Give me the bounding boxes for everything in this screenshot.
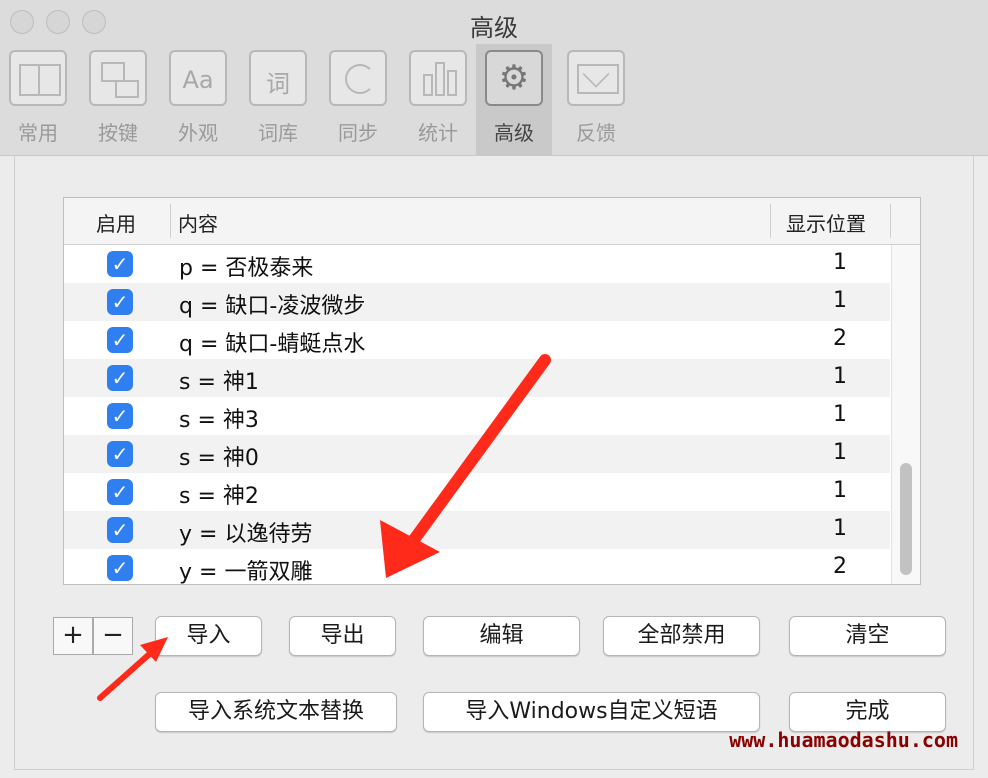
column-header-content[interactable]: 内容 [178,208,218,237]
toolbar-item-general[interactable]: 常用 [0,44,76,155]
enabled-checkbox[interactable]: ✓ [107,365,133,391]
toolbar-label: 外观 [178,121,218,145]
enabled-checkbox[interactable]: ✓ [107,327,133,353]
column-header-enabled[interactable]: 启用 [96,208,136,237]
sync-icon [329,50,387,106]
position-cell: 1 [833,250,847,275]
content-cell: y = 一箭双雕 [179,560,313,585]
column-header-position[interactable]: 显示位置 [786,208,866,237]
table-row[interactable]: ✓ s = 神0 1 [64,435,890,473]
gear-icon: ⚙ [485,50,543,106]
toolbar-item-sync[interactable]: 同步 [320,44,396,155]
toolbar-item-keys[interactable]: 按键 [80,44,156,155]
phrase-table: 启用 内容 显示位置 ✓ p = 否极泰来 1 ✓ q = 缺口-凌波微步 1 … [63,197,921,585]
position-cell: 1 [833,402,847,427]
table-row[interactable]: ✓ q = 缺口-蜻蜓点水 2 [64,321,890,359]
enabled-checkbox[interactable]: ✓ [107,517,133,543]
dictionary-icon: 词 [249,50,307,106]
import-button[interactable]: 导入 [155,616,262,656]
export-button[interactable]: 导出 [289,616,396,656]
table-row[interactable]: ✓ p = 否极泰来 1 [64,245,890,283]
toolbar-item-appearance[interactable]: Aa 外观 [160,44,236,155]
enabled-checkbox[interactable]: ✓ [107,403,133,429]
scrollbar-thumb[interactable] [900,463,912,575]
layout-icon [9,50,67,106]
table-row[interactable]: ✓ s = 神3 1 [64,397,890,435]
toolbar-label: 同步 [338,121,378,145]
table-row[interactable]: ✓ q = 缺口-凌波微步 1 [64,283,890,321]
enabled-checkbox[interactable]: ✓ [107,441,133,467]
watermark: www.huamaodashu.com [729,728,958,752]
toolbar-label: 统计 [418,121,458,145]
enabled-checkbox[interactable]: ✓ [107,289,133,315]
toolbar-label: 词库 [258,121,298,145]
table-scrollbar[interactable] [891,245,920,584]
window-title: 高级 [470,14,518,42]
position-cell: 1 [833,288,847,313]
content-cell: s = 神0 [179,446,259,471]
toolbar-item-stats[interactable]: 统计 [400,44,476,155]
import-windows-phrases-button[interactable]: 导入Windows自定义短语 [423,692,760,732]
table-row[interactable]: ✓ y = 以逸待劳 1 [64,511,890,549]
font-icon: Aa [169,50,227,106]
position-cell: 1 [833,478,847,503]
remove-button[interactable]: − [93,617,133,655]
enabled-checkbox[interactable]: ✓ [107,479,133,505]
table-row[interactable]: ✓ s = 神1 1 [64,359,890,397]
table-body: ✓ p = 否极泰来 1 ✓ q = 缺口-凌波微步 1 ✓ q = 缺口-蜻蜓… [64,245,890,587]
content-cell: s = 神3 [179,408,259,433]
content-cell: s = 神1 [179,370,259,395]
preferences-window: 高级 常用 按键 Aa 外观 词 词库 同步 统计 ⚙ 高级 反馈 启用 内容 … [0,0,988,778]
clear-button[interactable]: 清空 [789,616,946,656]
titlebar: 高级 常用 按键 Aa 外观 词 词库 同步 统计 ⚙ 高级 反馈 [0,0,988,156]
content-cell: s = 神2 [179,484,259,509]
position-cell: 1 [833,440,847,465]
position-cell: 2 [833,554,847,579]
keys-icon [89,50,147,106]
edit-button[interactable]: 编辑 [423,616,580,656]
position-cell: 2 [833,326,847,351]
toolbar-label: 按键 [98,121,138,145]
table-row[interactable]: ✓ s = 神2 1 [64,473,890,511]
content-cell: q = 缺口-蜻蜓点水 [179,332,366,357]
table-header: 启用 内容 显示位置 [64,198,920,245]
content-cell: y = 以逸待劳 [179,522,313,547]
position-cell: 1 [833,516,847,541]
disable-all-button[interactable]: 全部禁用 [603,616,760,656]
add-button[interactable]: + [53,617,93,655]
toolbar-item-advanced[interactable]: ⚙ 高级 [476,44,552,155]
content-cell: q = 缺口-凌波微步 [179,294,366,319]
done-button[interactable]: 完成 [789,692,946,732]
table-row[interactable]: ✓ y = 一箭双雕 2 [64,549,890,587]
import-system-text-replacement-button[interactable]: 导入系统文本替换 [155,692,397,732]
chart-icon [409,50,467,106]
toolbar-label: 常用 [18,121,58,145]
content-cell: p = 否极泰来 [179,256,314,281]
toolbar-item-feedback[interactable]: 反馈 [558,44,634,155]
enabled-checkbox[interactable]: ✓ [107,555,133,581]
toolbar-label: 高级 [494,121,534,145]
enabled-checkbox[interactable]: ✓ [107,251,133,277]
mail-icon [567,50,625,106]
toolbar-label: 反馈 [576,121,616,145]
toolbar-item-dictionary[interactable]: 词 词库 [240,44,316,155]
position-cell: 1 [833,364,847,389]
